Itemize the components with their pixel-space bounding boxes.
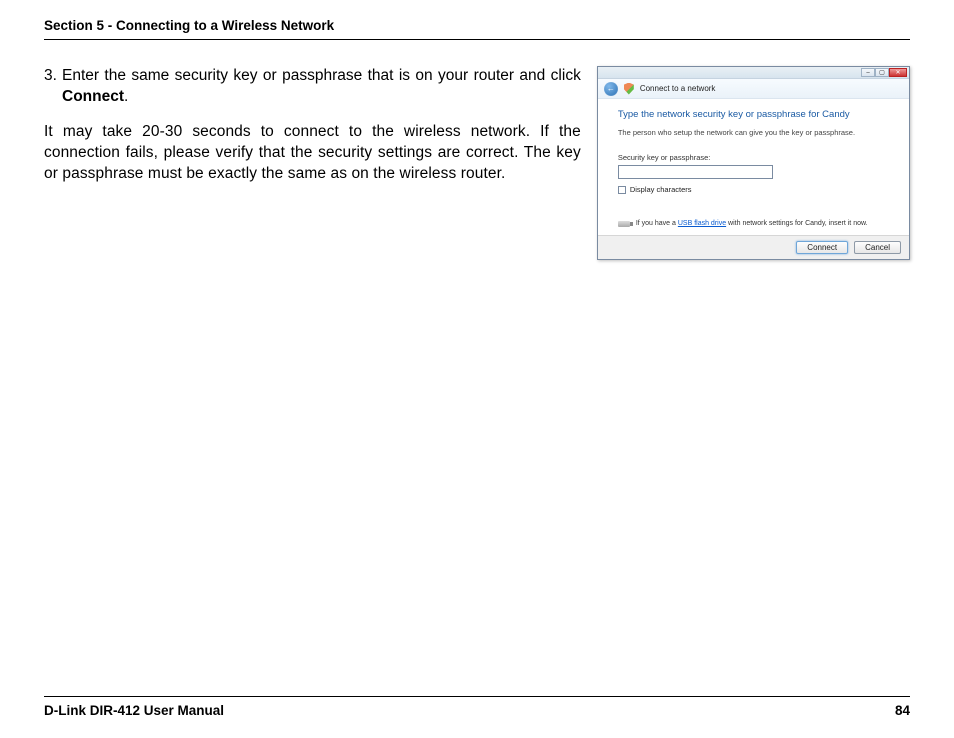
usb-pre: If you have a xyxy=(636,220,678,227)
window-titlebar: – ▢ ✕ xyxy=(598,67,909,79)
display-characters-checkbox[interactable] xyxy=(618,186,626,194)
instruction-text: 3. Enter the same security key or passph… xyxy=(44,66,581,185)
connect-button[interactable]: Connect xyxy=(796,241,848,254)
usb-flash-drive-link[interactable]: USB flash drive xyxy=(678,220,726,227)
close-button[interactable]: ✕ xyxy=(889,68,907,77)
back-arrow-icon: ← xyxy=(607,84,615,93)
usb-post: with network settings for Candy, insert … xyxy=(726,220,868,227)
step-text-period: . xyxy=(124,88,128,105)
step-text-bold: Connect xyxy=(62,88,124,105)
usb-hint-row: If you have a USB flash drive with netwo… xyxy=(618,220,889,227)
content-row: 3. Enter the same security key or passph… xyxy=(44,66,910,260)
display-characters-row: Display characters xyxy=(618,185,889,194)
section-header: Section 5 - Connecting to a Wireless Net… xyxy=(44,18,910,40)
paragraph-2: It may take 20-30 seconds to connect to … xyxy=(44,122,581,185)
step-body: Enter the same security key or passphras… xyxy=(62,66,581,108)
maximize-button[interactable]: ▢ xyxy=(875,68,889,77)
dialog-nav-row: ← Connect to a network xyxy=(598,79,909,99)
usb-hint-text: If you have a USB flash drive with netwo… xyxy=(636,220,868,227)
back-button[interactable]: ← xyxy=(604,82,618,96)
dialog-button-bar: Connect Cancel xyxy=(598,235,909,259)
manual-title: D-Link DIR-412 User Manual xyxy=(44,703,224,718)
security-key-input[interactable] xyxy=(618,165,773,179)
page-footer: D-Link DIR-412 User Manual 84 xyxy=(44,696,910,718)
dialog-subtext: The person who setup the network can giv… xyxy=(618,128,889,137)
manual-page: Section 5 - Connecting to a Wireless Net… xyxy=(0,0,954,738)
connect-network-dialog: – ▢ ✕ ← Connect to a network Type the ne… xyxy=(597,66,910,260)
dialog-body: Type the network security key or passphr… xyxy=(598,99,909,235)
usb-icon xyxy=(618,221,630,227)
minimize-button[interactable]: – xyxy=(861,68,875,77)
shield-icon xyxy=(624,83,634,95)
step-3: 3. Enter the same security key or passph… xyxy=(44,66,581,108)
display-characters-label: Display characters xyxy=(630,185,692,194)
step-number: 3. xyxy=(44,66,62,108)
cancel-button[interactable]: Cancel xyxy=(854,241,901,254)
step-text-pre: Enter the same security key or passphras… xyxy=(62,67,581,84)
page-number: 84 xyxy=(895,703,910,718)
dialog-heading: Type the network security key or passphr… xyxy=(618,109,889,120)
dialog-title: Connect to a network xyxy=(640,84,716,93)
security-key-label: Security key or passphrase: xyxy=(618,153,889,162)
